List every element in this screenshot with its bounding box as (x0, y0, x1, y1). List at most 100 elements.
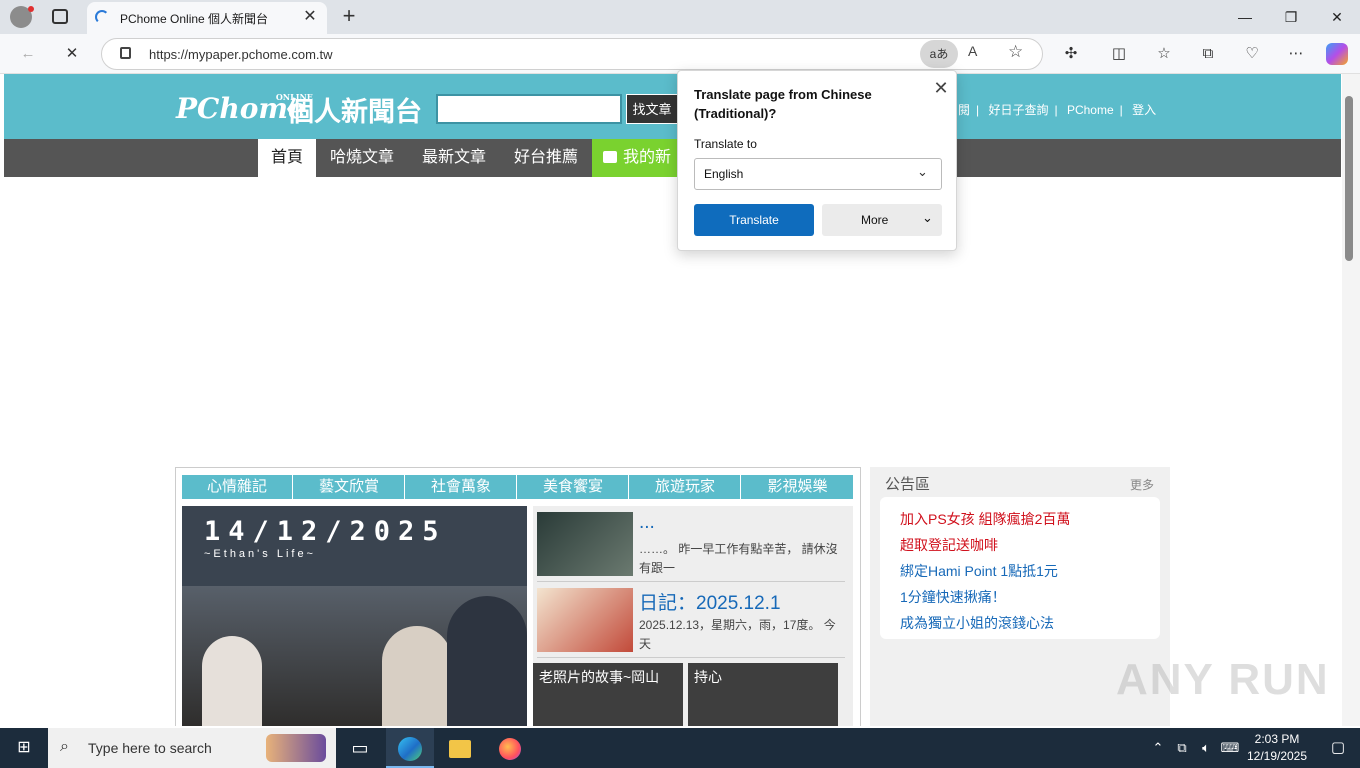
folder-shape (449, 740, 471, 759)
stop-loading-icon[interactable]: ✕ (58, 40, 86, 68)
tab-actions-icon[interactable] (52, 9, 68, 24)
browser-essentials-icon[interactable]: ♡ (1238, 40, 1266, 68)
more-button[interactable]: More ⌄ (822, 204, 942, 236)
copilot-icon[interactable] (1326, 43, 1348, 65)
back-icon[interactable]: ← (14, 40, 42, 68)
popup-close-icon[interactable]: ✕ (930, 77, 952, 99)
list-item[interactable]: 日記：2025.12.1 2025.12.13，星期六，雨，17度。 今天 (537, 584, 845, 658)
input-method-icon[interactable]: ⌨ (1218, 728, 1242, 768)
show-hidden-icons[interactable]: ⌃ (1146, 728, 1170, 768)
nav-recommend[interactable]: 好台推薦 (506, 139, 586, 177)
collections-icon[interactable]: ⧉ (1194, 40, 1222, 68)
minimize-button[interactable]: — (1222, 0, 1268, 34)
start-windows-icon[interactable]: ⊞ (0, 728, 48, 768)
language-select[interactable]: English ⌄ (694, 158, 942, 190)
web-page: PChomeONLINE 個人新聞台 找文章 閱 | 好日子查詢 | PChome |… (0, 74, 1342, 726)
category-tab[interactable]: 心情雜記 (182, 475, 293, 499)
smile-icon (602, 151, 617, 163)
header-link[interactable]: 登入 (1132, 103, 1156, 117)
site-nav: 首頁 哈燒文章 最新文章 好台推薦 我的新 (4, 139, 1341, 181)
article-title[interactable]: ... (639, 512, 655, 534)
photo-person-a (202, 636, 262, 726)
article-title[interactable]: 日記：2025.12.1 (639, 588, 781, 615)
article-thumbnail[interactable] (537, 588, 633, 652)
favorite-star-icon[interactable]: ☆ (1008, 42, 1023, 62)
category-bar: 心情雜記 藝文欣賞 社會萬象 美食饗宴 旅遊玩家 影視娛樂 (182, 475, 853, 499)
network-icon[interactable]: ⧉ (1170, 728, 1194, 768)
edge-logo (398, 737, 422, 762)
favorites-icon[interactable]: ☆ (1150, 40, 1178, 68)
lock-icon[interactable] (120, 47, 131, 59)
read-aloud-icon[interactable]: A (968, 43, 977, 59)
watermark: ANY RUN (1116, 655, 1330, 704)
new-tab-button[interactable]: + (338, 4, 360, 30)
translate-popup: Translate page from Chinese (Traditional… (677, 70, 957, 251)
feature-subtitle: ~Ethan's Life~ (204, 548, 316, 560)
category-tab[interactable]: 藝文欣賞 (294, 475, 405, 499)
translate-button[interactable]: Translate (694, 204, 814, 236)
system-clock[interactable]: 2:03 PM 12/19/2025 (1244, 731, 1310, 765)
nav-home[interactable]: 首頁 (258, 139, 316, 181)
site-search-button[interactable]: 找文章 (626, 94, 678, 124)
article-excerpt: 2025.12.13，星期六，雨，17度。 今天 (639, 618, 836, 651)
close-window-button[interactable]: ✕ (1314, 0, 1360, 34)
address-toolbar: ← ✕ https://mypaper.pchome.com.tw aあ A ☆… (0, 34, 1360, 74)
file-explorer-icon[interactable] (436, 728, 484, 768)
address-bar[interactable]: https://mypaper.pchome.com.tw aあ A ☆ (101, 38, 1043, 70)
feature-photo[interactable]: 14/12/2025 ~Ethan's Life~ (182, 506, 527, 726)
photo-card[interactable]: 老照片的故事~岡山 (533, 663, 683, 726)
header-links: 閱 | 好日子查詢 | PChome | 登入 (958, 103, 1157, 117)
edge-taskbar-icon[interactable] (386, 728, 434, 768)
translate-to-label: Translate to (694, 137, 757, 151)
announcement-link[interactable]: 加入PS女孩 組隊瘋搶2百萬 (900, 509, 1070, 529)
category-tab[interactable]: 美食饗宴 (518, 475, 629, 499)
announcement-more-link[interactable]: 更多 (1130, 476, 1154, 493)
extensions-icon[interactable]: ✣ (1057, 40, 1085, 68)
header-link[interactable]: 好日子查詢 (988, 103, 1048, 117)
taskbar: ⊞ ⌕ Type here to search ▭ ⌃ ⧉ 🔈︎ ⌨ 2:03 … (0, 728, 1360, 768)
category-tab[interactable]: 社會萬象 (406, 475, 517, 499)
category-tab[interactable]: 影視娛樂 (742, 475, 853, 499)
browser-tab[interactable]: PChome Online 個人新聞台 ✕ (87, 2, 327, 34)
nav-latest[interactable]: 最新文章 (414, 139, 494, 177)
photo-card-title: 老照片的故事~岡山 (539, 669, 660, 685)
announcement-link[interactable]: 綁定Hami Point 1點抵1元 (900, 561, 1058, 581)
list-item[interactable]: ... ……。 昨一早工作有點辛苦， 請休沒有跟一 (537, 508, 845, 582)
scrollbar-thumb[interactable] (1345, 96, 1353, 261)
category-tab[interactable]: 旅遊玩家 (630, 475, 741, 499)
translate-icon[interactable]: aあ (920, 40, 958, 68)
feature-date: 14/12/2025 (204, 516, 447, 547)
article-thumbnail[interactable] (537, 512, 633, 576)
taskbar-search[interactable]: ⌕ Type here to search (48, 728, 336, 768)
nav-hot[interactable]: 哈燒文章 (322, 139, 402, 177)
header-link[interactable]: PChome (1067, 103, 1114, 117)
search-icon: ⌕ (60, 738, 69, 755)
notification-center-icon[interactable]: ▢ (1314, 728, 1360, 768)
tab-title: PChome Online 個人新聞台 (120, 12, 269, 26)
search-highlight-icon (266, 734, 326, 762)
site-search-input[interactable] (436, 94, 622, 124)
selected-language: English (704, 167, 744, 181)
loading-spinner-icon (95, 10, 109, 24)
announcement-link[interactable]: 1分鐘快速揪痛！ (900, 587, 1006, 607)
article-excerpt: ……。 昨一早工作有點辛苦， 請休沒有跟一 (639, 542, 838, 575)
volume-icon[interactable]: 🔈︎ (1194, 728, 1218, 768)
announcement-title: 公告區 (885, 476, 931, 493)
announcement-link[interactable]: 成為獨立小姐的滾錢心法 (900, 613, 1054, 633)
url-text[interactable]: https://mypaper.pchome.com.tw (149, 47, 333, 62)
popup-title: Translate page from Chinese (Traditional… (694, 87, 872, 121)
clock-time: 2:03 PM (1254, 732, 1300, 746)
nav-my[interactable]: 我的新 (592, 139, 682, 177)
photo-card[interactable]: 持心 (688, 663, 838, 726)
vertical-scrollbar[interactable] (1342, 74, 1360, 726)
split-screen-icon[interactable]: ◫ (1105, 40, 1133, 68)
announcement-link[interactable]: 超取登記送咖啡 (900, 535, 998, 555)
taskbar-search-placeholder: Type here to search (88, 740, 212, 756)
more-menu-icon[interactable]: ⋯ (1282, 40, 1310, 68)
task-view-icon[interactable]: ▭ (336, 728, 384, 768)
close-tab-icon[interactable]: ✕ (299, 6, 321, 28)
firefox-icon[interactable] (486, 728, 534, 768)
restore-button[interactable]: ❐ (1268, 0, 1314, 34)
header-link[interactable]: 閱 (958, 103, 970, 117)
site-title[interactable]: 個人新聞台 (287, 90, 422, 129)
